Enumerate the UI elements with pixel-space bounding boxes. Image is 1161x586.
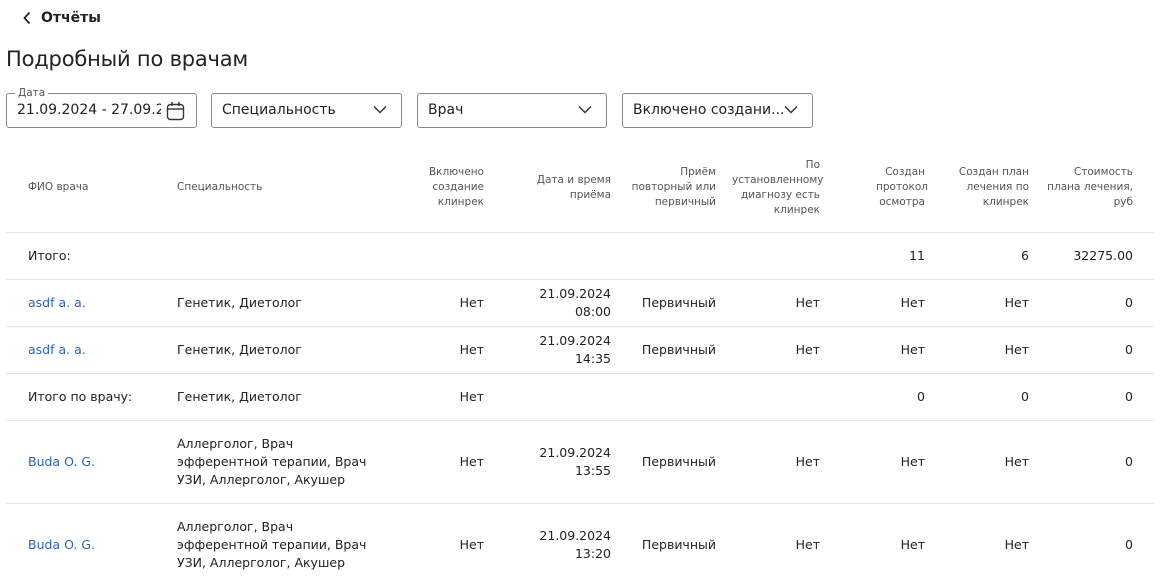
table-row: asdf a. a. Генетик, Диетолог Нет 21.09.2… (6, 326, 1154, 374)
total-protocol: 11 (828, 232, 933, 280)
row-plan: Нет (933, 503, 1037, 586)
row-datetime: 21.09.2024 14:35 (492, 326, 619, 374)
row-diag-clinrec: Нет (724, 503, 828, 586)
chevron-down-icon (373, 105, 387, 114)
row-specialty: Генетик, Диетолог (169, 326, 381, 374)
specialty-select[interactable]: Специальность (211, 93, 402, 128)
row-diag-clinrec: Нет (724, 279, 828, 327)
total-label: Итого: (6, 232, 169, 280)
doctor-link[interactable]: Buda O. G. (28, 537, 95, 552)
row-protocol: Нет (828, 279, 933, 327)
table-header-row: ФИО врача Специальность Включено создани… (6, 144, 1154, 233)
row-datetime: 21.09.2024 13:55 (492, 420, 619, 504)
row-plan: Нет (933, 326, 1037, 374)
report-table: ФИО врача Специальность Включено создани… (6, 144, 1154, 586)
row-plan: Нет (933, 279, 1037, 327)
row-protocol: Нет (828, 326, 933, 374)
row-cost: 0 (1037, 503, 1154, 586)
row-diag-clinrec: Нет (724, 326, 828, 374)
row-visit-type: Первичный (619, 279, 724, 327)
subtotal-plan: 0 (933, 373, 1037, 421)
total-cost: 32275.00 (1037, 232, 1154, 280)
row-visit-type: Первичный (619, 503, 724, 586)
back-link[interactable]: Отчёты (22, 7, 101, 29)
header-cost: Стоимость плана лечения, руб (1037, 144, 1154, 233)
table-row: Buda O. G. Аллерголог, Врач эфферентной … (6, 420, 1154, 504)
doctor-select[interactable]: Врач (417, 93, 607, 128)
subtotal-clinrec: Нет (381, 373, 492, 421)
row-clinrec: Нет (381, 503, 492, 586)
date-range-value: 21.09.2024 - 27.09.2024 (17, 102, 161, 118)
row-cost: 0 (1037, 279, 1154, 327)
total-row: Итого: 11 6 32275.00 (6, 232, 1154, 280)
header-diag-clinrec: По установленному диагнозу есть клинрек (724, 144, 828, 233)
chevron-down-icon (784, 105, 798, 114)
subtotal-row: Итого по врачу: Генетик, Диетолог Нет 0 … (6, 373, 1154, 421)
row-cost: 0 (1037, 420, 1154, 504)
header-specialty: Специальность (169, 144, 381, 233)
row-protocol: Нет (828, 420, 933, 504)
back-link-label: Отчёты (41, 10, 101, 26)
row-clinrec: Нет (381, 420, 492, 504)
doctor-link[interactable]: asdf a. a. (28, 295, 86, 310)
row-visit-type: Первичный (619, 420, 724, 504)
row-plan: Нет (933, 420, 1037, 504)
clinrec-select-value: Включено создани... (633, 102, 783, 118)
header-name: ФИО врача (6, 144, 169, 233)
row-protocol: Нет (828, 503, 933, 586)
row-diag-clinrec: Нет (724, 420, 828, 504)
table-row: Buda O. G. Аллерголог, Врач эфферентной … (6, 503, 1154, 586)
doctor-link[interactable]: Buda O. G. (28, 454, 95, 469)
header-plan: Создан план лечения по клинрек (933, 144, 1037, 233)
date-field-label: Дата (15, 87, 49, 99)
chevron-down-icon (578, 105, 592, 114)
total-plan: 6 (933, 232, 1037, 280)
header-clinrec: Включено создание клинрек (381, 144, 492, 233)
row-datetime: 21.09.2024 13:20 (492, 503, 619, 586)
clinrec-select[interactable]: Включено создани... (622, 93, 813, 128)
calendar-icon[interactable] (166, 101, 185, 121)
row-visit-type: Первичный (619, 326, 724, 374)
subtotal-specialty: Генетик, Диетолог (169, 373, 381, 421)
chevron-left-icon (23, 11, 31, 25)
header-protocol: Создан протокол осмотра (828, 144, 933, 233)
header-datetime: Дата и время приёма (492, 144, 619, 233)
row-specialty: Аллерголог, Врач эфферентной терапии, Вр… (169, 503, 381, 586)
page-title: Подробный по врачам (6, 47, 249, 71)
subtotal-label: Итого по врачу: (6, 373, 169, 421)
table-row: asdf a. a. Генетик, Диетолог Нет 21.09.2… (6, 279, 1154, 327)
date-range-field[interactable]: Дата 21.09.2024 - 27.09.2024 (6, 87, 197, 128)
row-clinrec: Нет (381, 279, 492, 327)
header-visit-type: Приём повторный или первичный (619, 144, 724, 233)
subtotal-cost: 0 (1037, 373, 1154, 421)
doctor-link[interactable]: asdf a. a. (28, 342, 86, 357)
row-clinrec: Нет (381, 326, 492, 374)
row-specialty: Генетик, Диетолог (169, 279, 381, 327)
row-specialty: Аллерголог, Врач эфферентной терапии, Вр… (169, 420, 381, 504)
doctor-select-value: Врач (428, 102, 464, 118)
row-cost: 0 (1037, 326, 1154, 374)
specialty-select-value: Специальность (222, 102, 336, 118)
row-datetime: 21.09.2024 08:00 (492, 279, 619, 327)
subtotal-protocol: 0 (828, 373, 933, 421)
